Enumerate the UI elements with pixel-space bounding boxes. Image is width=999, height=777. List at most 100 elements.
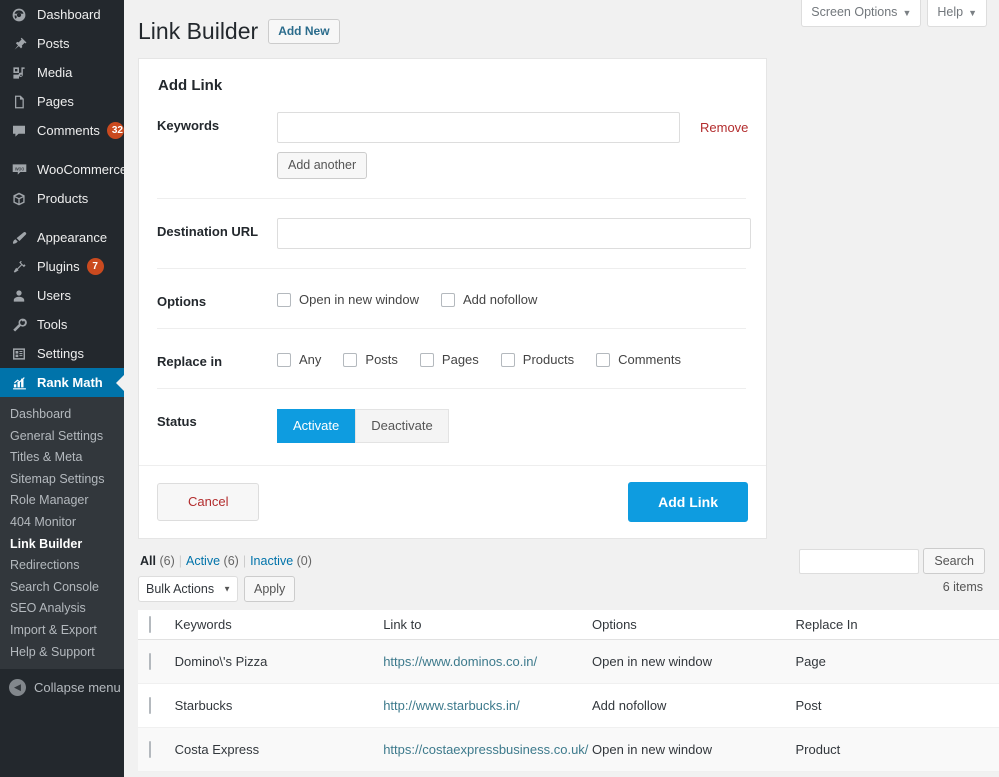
activate-button[interactable]: Activate bbox=[277, 409, 355, 443]
status-toggle-group: Activate Deactivate bbox=[277, 408, 746, 443]
row-replace-in-cell: Product bbox=[795, 727, 999, 771]
filter-link-active[interactable]: Active (6) bbox=[186, 554, 239, 568]
select-all-checkbox[interactable] bbox=[149, 616, 151, 633]
sidebar-item-label: Users bbox=[37, 288, 71, 303]
replace-in-choice[interactable]: Posts bbox=[343, 352, 398, 367]
option-choice[interactable]: Add nofollow bbox=[441, 292, 537, 307]
submenu-item-sitemap-settings[interactable]: Sitemap Settings bbox=[0, 468, 124, 490]
keywords-input[interactable] bbox=[277, 112, 680, 143]
help-button[interactable]: Help▼ bbox=[927, 0, 987, 27]
replace-in-row: Replace in AnyPostsPagesProductsComments bbox=[157, 328, 746, 388]
sidebar-item-settings[interactable]: Settings bbox=[0, 339, 124, 368]
sidebar-item-comments[interactable]: Comments 32 bbox=[0, 116, 124, 145]
card-footer: Cancel Add Link bbox=[139, 465, 766, 538]
apply-button[interactable]: Apply bbox=[244, 576, 295, 602]
options-label: Options bbox=[157, 288, 277, 309]
submenu-item-general-settings[interactable]: General Settings bbox=[0, 425, 124, 447]
replace-in-checkbox[interactable] bbox=[343, 353, 357, 367]
replace-in-choice[interactable]: Any bbox=[277, 352, 321, 367]
row-checkbox[interactable] bbox=[149, 697, 151, 714]
replace-in-choice[interactable]: Pages bbox=[420, 352, 479, 367]
svg-text:woo: woo bbox=[14, 166, 24, 172]
destination-url-input[interactable] bbox=[277, 218, 751, 249]
submenu-item-titles-meta[interactable]: Titles & Meta bbox=[0, 446, 124, 468]
submenu-item-link-builder[interactable]: Link Builder bbox=[0, 533, 124, 555]
table-row[interactable]: Starbuckshttp://www.starbucks.in/Add nof… bbox=[138, 683, 999, 727]
row-checkbox[interactable] bbox=[149, 653, 151, 670]
replace-in-label: Posts bbox=[365, 352, 398, 367]
cancel-button[interactable]: Cancel bbox=[157, 483, 259, 521]
sidebar-item-media[interactable]: Media bbox=[0, 58, 124, 87]
submenu-item-search-console[interactable]: Search Console bbox=[0, 576, 124, 598]
replace-in-label: Comments bbox=[618, 352, 681, 367]
table-row[interactable]: Costa Expresshttps://costaexpressbusines… bbox=[138, 727, 999, 771]
row-options: Open in new window bbox=[592, 654, 712, 669]
replace-in-choice[interactable]: Products bbox=[501, 352, 574, 367]
sidebar-item-label: Posts bbox=[37, 36, 70, 51]
row-checkbox[interactable] bbox=[149, 741, 151, 758]
submenu-item-dashboard[interactable]: Dashboard bbox=[0, 403, 124, 425]
row-replace-in-cell: Page bbox=[795, 639, 999, 683]
sidebar-item-label: Comments bbox=[37, 123, 100, 138]
row-link-to[interactable]: http://www.starbucks.in/ bbox=[383, 698, 520, 713]
sidebar-item-label: Appearance bbox=[37, 230, 107, 245]
replace-in-checkbox[interactable] bbox=[501, 353, 515, 367]
bulk-actions-select[interactable]: Bulk Actions bbox=[138, 576, 238, 602]
submenu-item-help-support[interactable]: Help & Support bbox=[0, 641, 124, 663]
sidebar-item-products[interactable]: Products bbox=[0, 184, 124, 213]
sidebar-item-rank-math[interactable]: Rank Math bbox=[0, 368, 124, 397]
comment-icon bbox=[9, 121, 29, 141]
row-link-to-cell: https://costaexpressbusiness.co.uk/ bbox=[383, 727, 592, 771]
dashboard-icon bbox=[9, 5, 29, 25]
submenu-item-seo-analysis[interactable]: SEO Analysis bbox=[0, 597, 124, 619]
submenu-item-404-monitor[interactable]: 404 Monitor bbox=[0, 511, 124, 533]
add-new-button[interactable]: Add New bbox=[268, 19, 339, 44]
replace-in-label: Any bbox=[299, 352, 321, 367]
items-count: 6 items bbox=[943, 580, 983, 594]
sidebar-item-badge: 32 bbox=[107, 122, 124, 139]
column-header-replace-in: Replace In bbox=[795, 617, 857, 632]
table-row[interactable]: Domino\'s Pizzahttps://www.dominos.co.in… bbox=[138, 639, 999, 683]
remove-keyword-link[interactable]: Remove bbox=[700, 120, 748, 135]
search-input[interactable] bbox=[799, 549, 919, 574]
submenu-item-role-manager[interactable]: Role Manager bbox=[0, 489, 124, 511]
sidebar-item-dashboard[interactable]: Dashboard bbox=[0, 0, 124, 29]
filter-link-inactive[interactable]: Inactive (0) bbox=[250, 554, 312, 568]
woocommerce-icon: woo bbox=[9, 160, 29, 180]
main-content: Screen Options▼ Help▼ Link Builder Add N… bbox=[124, 0, 999, 777]
sidebar-item-posts[interactable]: Posts bbox=[0, 29, 124, 58]
add-another-button[interactable]: Add another bbox=[277, 152, 367, 179]
row-link-to[interactable]: https://costaexpressbusiness.co.uk/ bbox=[383, 742, 588, 757]
screen-options-button[interactable]: Screen Options▼ bbox=[801, 0, 921, 27]
sidebar-item-woocommerce[interactable]: wooWooCommerce bbox=[0, 155, 124, 184]
replace-in-checkbox[interactable] bbox=[596, 353, 610, 367]
user-icon bbox=[9, 286, 29, 306]
search-button[interactable]: Search bbox=[923, 548, 985, 574]
rank-math-submenu: DashboardGeneral SettingsTitles & MetaSi… bbox=[0, 397, 124, 669]
sidebar-item-tools[interactable]: Tools bbox=[0, 310, 124, 339]
add-link-button[interactable]: Add Link bbox=[628, 482, 748, 522]
links-table: Keywords Link to Options Replace In Domi… bbox=[138, 610, 999, 772]
replace-in-choice[interactable]: Comments bbox=[596, 352, 681, 367]
replace-in-checkbox[interactable] bbox=[277, 353, 291, 367]
row-replace-in: Product bbox=[795, 742, 840, 757]
replace-in-checkbox[interactable] bbox=[420, 353, 434, 367]
sidebar-item-pages[interactable]: Pages bbox=[0, 87, 124, 116]
table-nav-top: Bulk Actions ▼ Apply bbox=[138, 575, 985, 603]
row-link-to[interactable]: https://www.dominos.co.in/ bbox=[383, 654, 537, 669]
option-checkbox[interactable] bbox=[277, 293, 291, 307]
option-checkbox[interactable] bbox=[441, 293, 455, 307]
submenu-item-import-export[interactable]: Import & Export bbox=[0, 619, 124, 641]
submenu-item-redirections[interactable]: Redirections bbox=[0, 554, 124, 576]
collapse-menu-button[interactable]: ◀ Collapse menu bbox=[0, 673, 124, 701]
row-options-cell: Open in new window bbox=[592, 639, 795, 683]
filter-link-all[interactable]: All (6) bbox=[140, 554, 175, 568]
row-options: Add nofollow bbox=[592, 698, 666, 713]
filter-label: Inactive bbox=[250, 554, 293, 568]
deactivate-button[interactable]: Deactivate bbox=[355, 409, 448, 443]
sidebar-item-appearance[interactable]: Appearance bbox=[0, 223, 124, 252]
row-select-cell bbox=[138, 683, 175, 727]
sidebar-item-users[interactable]: Users bbox=[0, 281, 124, 310]
option-choice[interactable]: Open in new window bbox=[277, 292, 419, 307]
sidebar-item-plugins[interactable]: Plugins7 bbox=[0, 252, 124, 281]
